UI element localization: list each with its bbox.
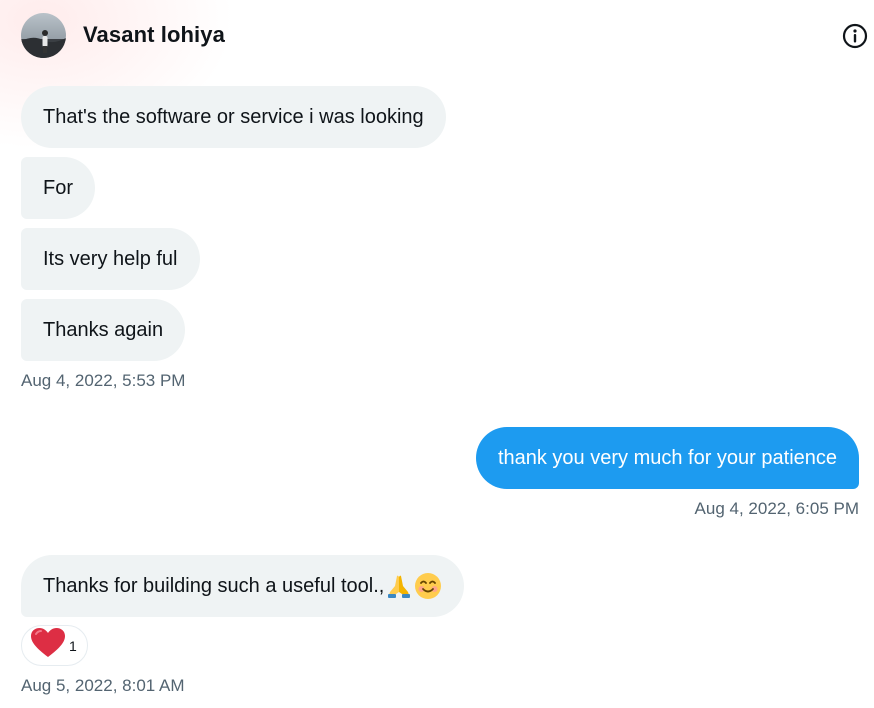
dm-conversation: Vasant lohiya That's the software or ser… [0,0,874,708]
reaction-badge[interactable]: 1 [21,625,88,666]
smiling-face-icon [414,572,442,600]
message-bubble-incoming[interactable]: Thanks for building such a useful tool., [21,555,465,617]
info-icon[interactable] [842,23,868,49]
conversation-header: Vasant lohiya [21,12,874,58]
message-bubble-incoming[interactable]: For [21,157,95,219]
message-text: Its very help ful [43,247,178,270]
heart-icon [30,627,66,664]
message-text: thank you very much for your patience [497,446,837,469]
message-text: Thanks again [43,318,164,341]
avatar[interactable] [21,12,66,58]
reaction-count: 1 [69,637,77,654]
message-bubble-outgoing[interactable]: thank you very much for your patience [475,427,859,489]
avatar-image [21,12,66,58]
message-text: That's the software or service i was loo… [43,105,424,128]
message-timestamp: Aug 4, 2022, 5:53 PM [21,371,186,390]
message-bubble-incoming[interactable]: That's the software or service i was loo… [21,86,446,148]
message-text: Thanks for building such a useful tool., [43,574,385,597]
message-timestamp: Aug 4, 2022, 6:05 PM [694,499,859,518]
message-text: For [43,176,73,199]
folded-hands-icon [385,572,413,600]
conversation-title[interactable]: Vasant lohiya [83,22,225,48]
message-bubble-incoming[interactable]: Thanks again [21,299,186,361]
message-bubble-incoming[interactable]: Its very help ful [21,228,200,290]
message-timestamp: Aug 5, 2022, 8:01 AM [21,676,185,695]
